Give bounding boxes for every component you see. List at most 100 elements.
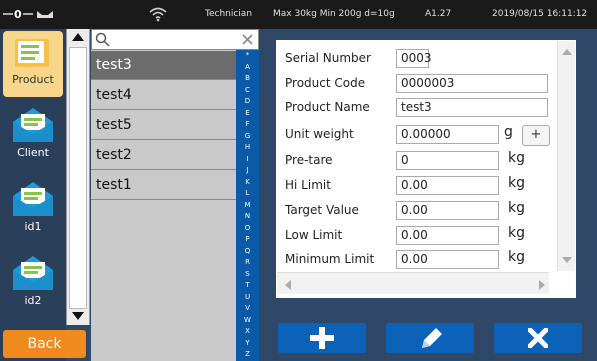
field-label: Unit weight — [285, 127, 354, 141]
list-item[interactable]: test4 — [91, 81, 236, 110]
status-bar: 0 Technician Max 30kg Min 200g d=10g A1.… — [0, 0, 597, 29]
alphabet-letter[interactable]: S — [236, 270, 259, 278]
alphabet-letter[interactable]: H — [236, 143, 259, 151]
alphabet-letter[interactable]: I — [236, 155, 259, 163]
search-box[interactable] — [91, 29, 259, 50]
nav-label: Client — [17, 146, 49, 159]
alphabet-letter[interactable]: Y — [236, 339, 259, 347]
scroll-left-arrow-icon[interactable] — [285, 280, 291, 290]
field-label: Pre-tare — [285, 153, 333, 167]
alphabet-letter[interactable]: G — [236, 132, 259, 140]
scroll-right-arrow-icon[interactable] — [539, 280, 545, 290]
target-value-field[interactable]: 0.00 — [396, 201, 499, 220]
nav-id1[interactable]: id1 — [3, 178, 63, 244]
alphabet-letter[interactable]: K — [236, 178, 259, 186]
hi-limit-field[interactable]: 0.00 — [396, 176, 499, 195]
product-name-field[interactable]: test3 — [396, 98, 548, 117]
list-item[interactable]: test3 — [91, 51, 236, 80]
zero-indicator-icon: 0 — [3, 8, 53, 20]
nav-label: Product — [12, 73, 54, 86]
scroll-down-arrow-icon[interactable] — [562, 257, 572, 263]
unit-weight-field[interactable]: 0.00000 — [396, 125, 499, 144]
alphabet-letter[interactable]: V — [236, 304, 259, 312]
alphabet-letter[interactable]: B — [236, 74, 259, 82]
alphabet-letter[interactable]: C — [236, 86, 259, 94]
low-limit-field[interactable]: 0.00 — [396, 226, 499, 245]
field-label: Serial Number — [285, 51, 371, 65]
alphabet-letter[interactable]: J — [236, 166, 259, 174]
unit-label: kg — [508, 175, 525, 191]
clear-search-icon[interactable] — [242, 34, 253, 45]
svg-text:0: 0 — [14, 8, 22, 20]
scroll-up-arrow-icon[interactable] — [562, 49, 572, 55]
alphabet-letter[interactable]: U — [236, 293, 259, 301]
alphabet-letter[interactable]: Z — [236, 350, 259, 358]
alphabet-letter[interactable]: A — [236, 63, 259, 71]
delete-button[interactable] — [494, 323, 582, 353]
nav-label: id2 — [24, 294, 42, 307]
alphabet-letter[interactable]: D — [236, 97, 259, 105]
scroll-thumb[interactable] — [69, 47, 87, 309]
id-envelope-icon — [13, 256, 53, 290]
field-label: Target Value — [285, 203, 359, 217]
field-label: Low Limit — [285, 228, 343, 242]
wifi-icon — [149, 7, 167, 22]
client-envelope-icon — [13, 108, 53, 142]
nav-id2[interactable]: id2 — [3, 252, 63, 318]
add-button[interactable] — [278, 323, 366, 353]
product-code-field[interactable]: 0000003 — [396, 74, 548, 93]
alphabet-letter[interactable]: F — [236, 120, 259, 128]
pencil-icon — [422, 328, 442, 348]
list-item[interactable]: test1 — [91, 171, 236, 200]
list-item[interactable]: test5 — [91, 111, 236, 140]
field-label: Product Name — [285, 100, 370, 114]
alphabet-letter[interactable]: N — [236, 212, 259, 220]
unit-label: kg — [508, 200, 525, 216]
nav-scrollbar[interactable] — [66, 29, 90, 325]
back-button[interactable]: Back — [3, 330, 86, 358]
unit-label: kg — [508, 249, 525, 265]
alphabet-letter[interactable]: R — [236, 258, 259, 266]
alphabet-letter[interactable]: Q — [236, 247, 259, 255]
alphabet-letter[interactable]: E — [236, 109, 259, 117]
unit-label: g — [504, 124, 513, 140]
details-horizontal-scrollbar[interactable] — [277, 272, 549, 294]
serial-number-field[interactable]: 0003 — [396, 49, 432, 68]
pre-tare-field[interactable]: 0 — [396, 151, 499, 170]
id-envelope-icon — [13, 182, 53, 216]
scale-info: Max 30kg Min 200g d=10g — [273, 9, 395, 19]
details-vertical-scrollbar[interactable] — [557, 41, 575, 271]
plus-icon — [310, 327, 334, 349]
alphabet-letter[interactable]: P — [236, 235, 259, 243]
field-label: Product Code — [285, 76, 366, 90]
alphabet-letter[interactable]: L — [236, 189, 259, 197]
datetime: 2019/08/15 16:11:12 — [492, 9, 588, 19]
alphabet-letter[interactable]: W — [236, 316, 259, 324]
field-label: Hi Limit — [285, 178, 331, 192]
version-label: A1.27 — [425, 9, 452, 19]
alphabet-letter[interactable]: * — [236, 51, 259, 59]
unit-label: kg — [508, 150, 525, 166]
search-icon — [95, 32, 110, 47]
close-icon — [528, 328, 548, 348]
search-input[interactable] — [112, 31, 237, 48]
unit-label: kg — [508, 225, 525, 241]
alphabet-letter[interactable]: X — [236, 327, 259, 335]
nav-client[interactable]: Client — [3, 104, 63, 170]
alphabet-letter[interactable]: T — [236, 281, 259, 289]
field-label: Minimum Limit — [285, 252, 375, 266]
alphabet-letter[interactable]: O — [236, 224, 259, 232]
alphabet-letter[interactable]: M — [236, 201, 259, 209]
minimum-limit-field[interactable]: 0.00 — [396, 250, 499, 269]
alphabet-index[interactable]: * A B C D E F G H I J K L M N O P Q R S T U V W X Y Z — [236, 50, 259, 361]
scroll-up-arrow-icon[interactable] — [72, 33, 84, 41]
nav-label: id1 — [24, 220, 42, 233]
product-details-panel: Serial Number 0003 Product Code 0000003 … — [276, 40, 576, 298]
nav-product[interactable]: Product — [3, 31, 63, 97]
product-doc-icon — [15, 39, 49, 67]
unit-weight-plus-button[interactable]: + — [522, 125, 550, 146]
list-item[interactable]: test2 — [91, 141, 236, 170]
scroll-down-arrow-icon[interactable] — [72, 312, 84, 320]
user-role: Technician — [205, 9, 253, 19]
edit-button[interactable] — [386, 323, 474, 353]
